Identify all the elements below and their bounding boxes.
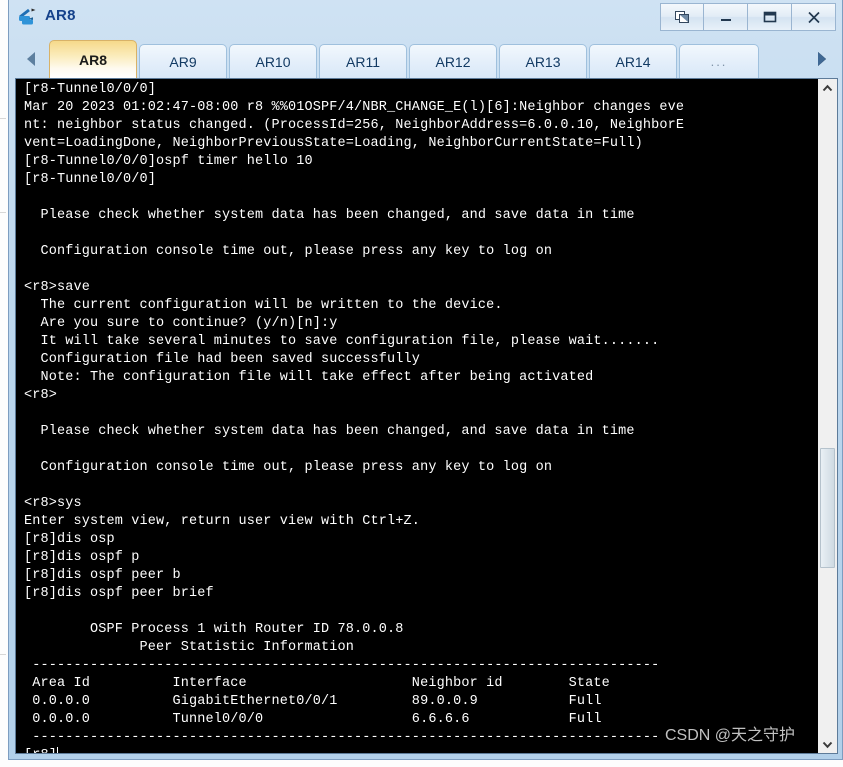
- tab-ar10[interactable]: AR10: [229, 44, 317, 78]
- maximize-button[interactable]: [748, 3, 792, 31]
- window-title: AR8: [45, 6, 76, 24]
- title-bar: AR8: [9, 0, 842, 36]
- close-button[interactable]: [792, 3, 836, 31]
- console-scrollbar[interactable]: [817, 79, 837, 753]
- tab-label: AR8: [78, 51, 107, 68]
- title-bar-left: AR8: [17, 4, 76, 26]
- tab-ar11[interactable]: AR11: [319, 44, 407, 78]
- tab-list: AR8 AR9 AR10 AR11 AR12 AR13 AR14 ...: [49, 40, 804, 78]
- router-icon: [17, 4, 39, 26]
- console-output-area[interactable]: [r8-Tunnel0/0/0] Mar 20 2023 01:02:47-08…: [16, 79, 817, 753]
- desktop-artifact: [0, 654, 6, 655]
- tab-label: AR13: [525, 53, 561, 70]
- desktop-artifact: [0, 212, 6, 213]
- restore-button[interactable]: [660, 3, 704, 31]
- triangle-left-icon[interactable]: [15, 40, 49, 78]
- chevron-up-icon[interactable]: [818, 79, 837, 97]
- console-text: [r8-Tunnel0/0/0] Mar 20 2023 01:02:47-08…: [24, 81, 817, 753]
- tab-label: AR9: [169, 53, 197, 70]
- desktop-artifact: [0, 118, 6, 119]
- window-controls: [660, 3, 836, 31]
- console-frame: [r8-Tunnel0/0/0] Mar 20 2023 01:02:47-08…: [15, 78, 838, 754]
- scrollbar-thumb[interactable]: [820, 447, 835, 568]
- device-tab-bar: AR8 AR9 AR10 AR11 AR12 AR13 AR14 ...: [15, 36, 838, 78]
- tab-overflow[interactable]: ...: [679, 44, 759, 78]
- scrollbar-track[interactable]: [818, 97, 837, 735]
- tab-label: ...: [710, 54, 728, 69]
- tab-label: AR12: [435, 53, 471, 70]
- chevron-down-icon[interactable]: [818, 735, 837, 753]
- triangle-right-icon[interactable]: [804, 40, 838, 78]
- tab-label: AR14: [615, 53, 651, 70]
- tab-ar8[interactable]: AR8: [49, 40, 137, 78]
- ensp-device-window: AR8 AR8 AR9 AR10 AR11 AR12 AR13 AR14 ...…: [8, 0, 843, 760]
- tab-ar12[interactable]: AR12: [409, 44, 497, 78]
- tab-label: AR10: [255, 53, 291, 70]
- text-cursor: [57, 747, 59, 753]
- minimize-button[interactable]: [704, 3, 748, 31]
- tab-ar13[interactable]: AR13: [499, 44, 587, 78]
- tab-ar14[interactable]: AR14: [589, 44, 677, 78]
- tab-ar9[interactable]: AR9: [139, 44, 227, 78]
- tab-label: AR11: [346, 53, 380, 70]
